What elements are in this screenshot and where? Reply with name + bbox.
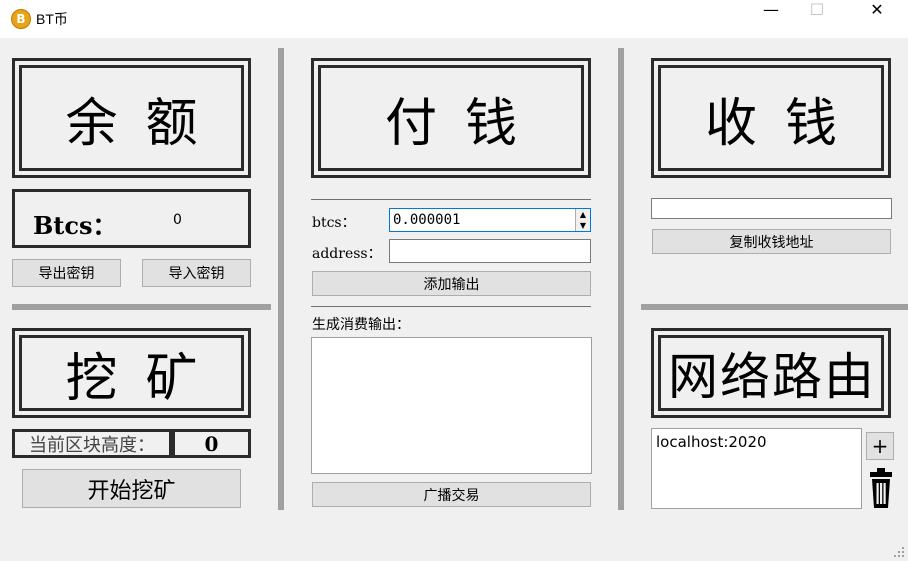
btcs-label: Btcs： [33, 211, 117, 240]
left-separator [12, 304, 271, 310]
trash-icon [870, 468, 892, 508]
app-bitcoin-icon: B [11, 9, 31, 29]
network-heading-frame: 网络路由 [651, 328, 891, 418]
outputs-textarea[interactable] [311, 337, 592, 474]
pay-separator-bottom [311, 306, 591, 307]
export-key-button[interactable]: 导出密钥 [12, 259, 121, 287]
receive-heading: 收钱 [704, 93, 865, 154]
pay-separator-top [311, 199, 591, 200]
right-separator [641, 304, 908, 310]
copy-address-button[interactable]: 复制收钱地址 [652, 229, 891, 254]
spin-down-icon[interactable]: ▼ [576, 220, 590, 231]
window-title: BT币 [36, 11, 68, 27]
pay-heading: 付钱 [384, 93, 545, 154]
pay-btcs-label: btcs： [312, 215, 356, 231]
right-column-divider [618, 48, 624, 510]
pay-btcs-value: 0.000001 [393, 212, 461, 228]
mining-heading-frame: 挖矿 [12, 328, 251, 418]
delete-route-button[interactable] [868, 467, 894, 509]
spin-up-icon[interactable]: ▲ [576, 209, 590, 220]
receive-address-input[interactable] [651, 198, 892, 219]
outputs-label: 生成消费输出： [312, 317, 410, 333]
pay-btcs-spinbox[interactable]: 0.000001 ▲ ▼ [389, 208, 591, 232]
block-height-value: 0 [204, 431, 219, 456]
route-list[interactable]: localhost:2020 [651, 428, 862, 509]
left-column-divider [278, 48, 284, 510]
balance-heading: 余额 [65, 93, 226, 154]
balance-box: Btcs： 0 [12, 189, 251, 248]
broadcast-button[interactable]: 广播交易 [312, 482, 591, 507]
add-output-button[interactable]: 添加输出 [312, 271, 591, 296]
pay-address-label: address： [312, 246, 382, 262]
maximize-button[interactable]: ☐ [794, 0, 840, 38]
btcs-balance-value: 0 [173, 212, 182, 228]
pay-address-input[interactable] [389, 239, 591, 263]
route-list-item[interactable]: localhost:2020 [656, 433, 767, 451]
start-mining-button[interactable]: 开始挖矿 [22, 469, 241, 508]
add-route-button[interactable]: + [866, 432, 894, 460]
block-height-value-box: 0 [172, 429, 251, 458]
import-key-button[interactable]: 导入密钥 [142, 259, 251, 287]
pay-heading-frame: 付钱 [311, 58, 591, 178]
receive-heading-frame: 收钱 [651, 58, 891, 178]
network-heading: 网络路由 [668, 348, 876, 406]
block-height-label-box: 当前区块高度： [12, 429, 172, 458]
block-height-label: 当前区块高度： [29, 434, 155, 456]
pay-btcs-spinner[interactable]: ▲ ▼ [575, 209, 590, 231]
minimize-button[interactable]: — [748, 0, 794, 38]
close-button[interactable]: ✕ [854, 0, 900, 38]
mining-heading: 挖矿 [65, 348, 226, 409]
balance-heading-frame: 余额 [12, 58, 251, 178]
resize-grip-icon[interactable] [894, 547, 906, 559]
